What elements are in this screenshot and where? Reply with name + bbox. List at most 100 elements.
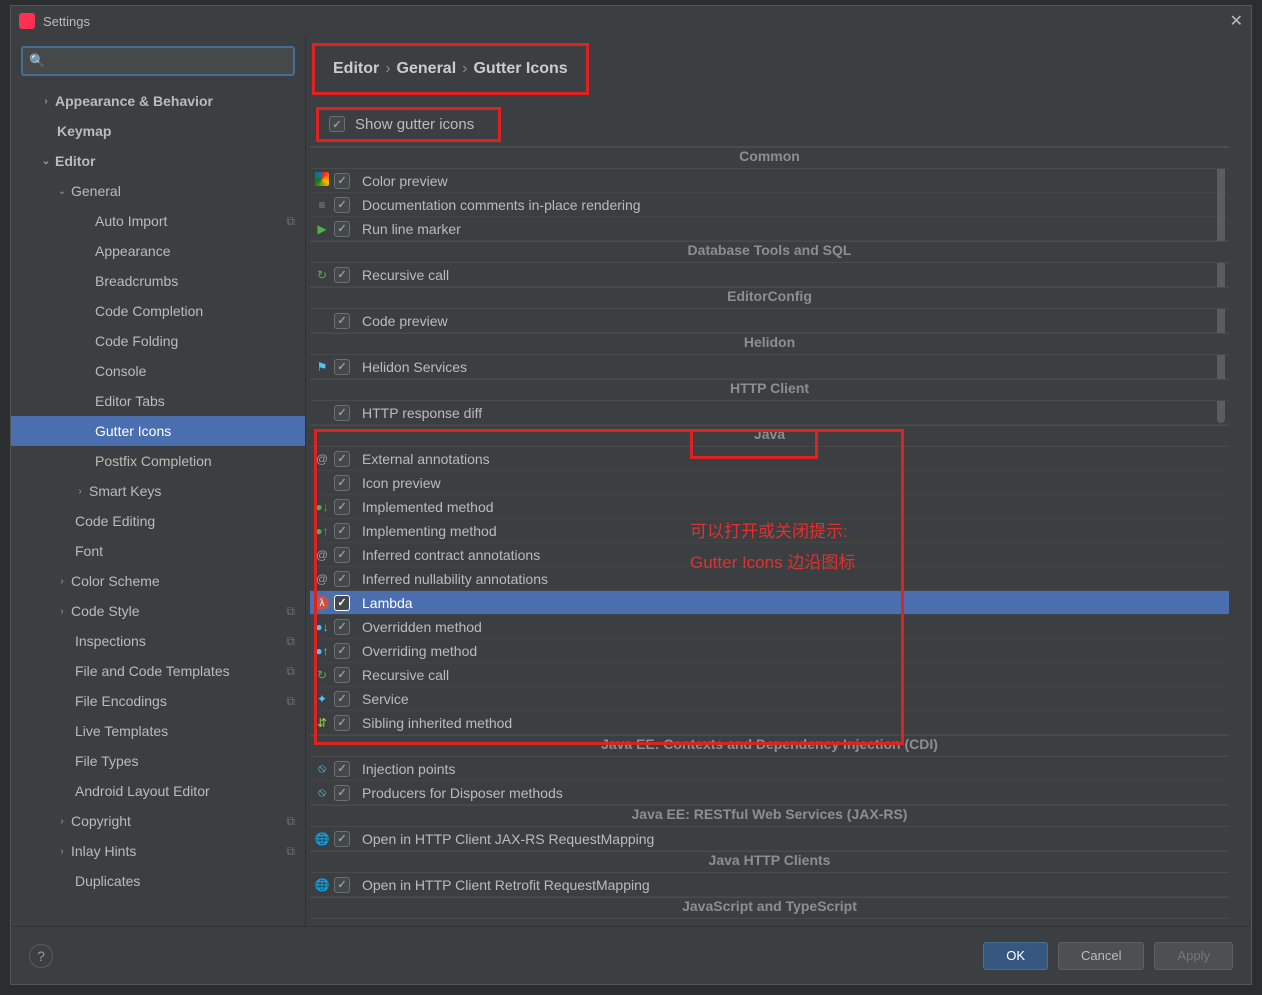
gutter-icon-row[interactable]: ↻Recursive call <box>310 263 1229 287</box>
row-label: Implementing method <box>362 523 497 539</box>
annotation-text: 可以打开或关闭提示: Gutter Icons 边沿图标 <box>690 517 855 578</box>
tree-item[interactable]: ›Inlay Hints⧉ <box>11 836 305 866</box>
gutter-icon-row[interactable]: 🌐Open in HTTP Client Retrofit RequestMap… <box>310 873 1229 897</box>
tree-item-label: Code Editing <box>75 513 155 529</box>
gutter-icon-row[interactable]: Code preview <box>310 309 1229 333</box>
cancel-button[interactable]: Cancel <box>1058 942 1144 970</box>
row-label: Implemented method <box>362 499 494 515</box>
tree-item[interactable]: Keymap <box>11 116 305 146</box>
settings-tree[interactable]: ›Appearance & BehaviorKeymap⌄Editor⌄Gene… <box>11 82 305 926</box>
tree-item-label: Code Folding <box>95 333 178 349</box>
row-label: Sibling inherited method <box>362 715 512 731</box>
row-label: Color preview <box>362 173 448 189</box>
show-gutter-checkbox[interactable] <box>329 116 345 132</box>
gutter-icon-row[interactable]: ●↓Overridden method <box>310 615 1229 639</box>
row-checkbox[interactable] <box>334 267 350 283</box>
tree-item[interactable]: Console <box>11 356 305 386</box>
tree-item[interactable]: Code Completion <box>11 296 305 326</box>
tree-item[interactable]: File Types <box>11 746 305 776</box>
row-checkbox[interactable] <box>334 571 350 587</box>
row-checkbox[interactable] <box>334 221 350 237</box>
row-checkbox[interactable] <box>334 313 350 329</box>
row-checkbox[interactable] <box>334 785 350 801</box>
tree-item[interactable]: Editor Tabs <box>11 386 305 416</box>
gutter-icon-row[interactable]: ⦸Producers for Disposer methods <box>310 781 1229 805</box>
section-header: Database Tools and SQL <box>310 241 1229 263</box>
row-checkbox[interactable] <box>334 691 350 707</box>
gutter-icon-row[interactable]: ✦Service <box>310 687 1229 711</box>
gutter-icon-row[interactable]: ↻Recursive call <box>310 663 1229 687</box>
tree-item[interactable]: ›Code Style⧉ <box>11 596 305 626</box>
tree-item[interactable]: ⌄Editor <box>11 146 305 176</box>
gutter-icon-row[interactable]: Icon preview <box>310 471 1229 495</box>
row-checkbox[interactable] <box>334 197 350 213</box>
gutter-icon-row[interactable]: ●↓ Implemented method <box>310 495 1229 519</box>
row-checkbox[interactable] <box>334 619 350 635</box>
tree-item[interactable]: Duplicates <box>11 866 305 896</box>
row-checkbox[interactable] <box>334 547 350 563</box>
ok-button[interactable]: OK <box>983 942 1048 970</box>
gutter-icon-row[interactable]: HTTP response diff <box>310 401 1229 425</box>
settings-window: Settings ✕ 🔍 ›Appearance & BehaviorKeyma… <box>10 5 1252 985</box>
tree-item-label: Postfix Completion <box>95 453 212 469</box>
main-panel: Editor›General›Gutter Icons Show gutter … <box>306 36 1251 926</box>
tree-item[interactable]: Live Templates <box>11 716 305 746</box>
tree-item[interactable]: ›Color Scheme <box>11 566 305 596</box>
gutter-icon-row[interactable]: ⦸Injection points <box>310 757 1229 781</box>
tree-item[interactable]: ›Copyright⧉ <box>11 806 305 836</box>
row-checkbox[interactable] <box>334 451 350 467</box>
row-checkbox[interactable] <box>334 761 350 777</box>
footer: ? OK Cancel Apply <box>11 926 1251 984</box>
gutter-icon-row[interactable]: ●↑Overriding method <box>310 639 1229 663</box>
tree-item[interactable]: Breadcrumbs <box>11 266 305 296</box>
tree-item[interactable]: ›Smart Keys <box>11 476 305 506</box>
gutter-icon-row[interactable]: Color preview <box>310 169 1229 193</box>
tree-item[interactable]: Appearance <box>11 236 305 266</box>
row-icon: ●↓ <box>310 500 334 514</box>
search-box[interactable]: 🔍 <box>21 46 295 76</box>
row-checkbox[interactable] <box>334 173 350 189</box>
tree-item[interactable]: Code Folding <box>11 326 305 356</box>
gutter-icon-row[interactable]: λLambda <box>310 591 1229 615</box>
row-checkbox[interactable] <box>334 523 350 539</box>
row-label: Code preview <box>362 313 448 329</box>
tree-item[interactable]: Font <box>11 536 305 566</box>
row-checkbox[interactable] <box>334 715 350 731</box>
row-label: Injection points <box>362 761 455 777</box>
row-checkbox[interactable] <box>334 595 350 611</box>
row-checkbox[interactable] <box>334 499 350 515</box>
gutter-icon-row[interactable]: ≡Documentation comments in-place renderi… <box>310 193 1229 217</box>
section-header: EditorConfig <box>310 287 1229 309</box>
search-input[interactable] <box>49 54 287 69</box>
gutter-icon-row[interactable]: 🌐Open in HTTP Client JAX-RS RequestMappi… <box>310 827 1229 851</box>
row-icon: ●↑ <box>310 644 334 658</box>
row-checkbox[interactable] <box>334 831 350 847</box>
tree-item[interactable]: ›Appearance & Behavior <box>11 86 305 116</box>
tree-item[interactable]: Code Editing <box>11 506 305 536</box>
tree-item[interactable]: Gutter Icons <box>11 416 305 446</box>
gutter-icon-row[interactable]: ⚑Helidon Services <box>310 355 1229 379</box>
row-label: Inferred contract annotations <box>362 547 540 563</box>
gutter-icon-row[interactable]: ▶Run line marker <box>310 217 1229 241</box>
tree-item[interactable]: Inspections⧉ <box>11 626 305 656</box>
scheme-icon: ⧉ <box>286 214 295 229</box>
apply-button[interactable]: Apply <box>1154 942 1233 970</box>
show-gutter-label: Show gutter icons <box>355 116 474 133</box>
gutter-icon-row[interactable]: @External annotations <box>310 447 1229 471</box>
tree-item[interactable]: File Encodings⧉ <box>11 686 305 716</box>
tree-item[interactable]: ⌄General <box>11 176 305 206</box>
row-checkbox[interactable] <box>334 643 350 659</box>
row-label: Overridden method <box>362 619 482 635</box>
row-checkbox[interactable] <box>334 359 350 375</box>
tree-item[interactable]: File and Code Templates⧉ <box>11 656 305 686</box>
help-icon[interactable]: ? <box>29 944 53 968</box>
row-checkbox[interactable] <box>334 877 350 893</box>
tree-item[interactable]: Android Layout Editor <box>11 776 305 806</box>
close-icon[interactable]: ✕ <box>1230 11 1243 31</box>
tree-item[interactable]: Auto Import⧉ <box>11 206 305 236</box>
gutter-icon-row[interactable]: ⇵Sibling inherited method <box>310 711 1229 735</box>
row-checkbox[interactable] <box>334 475 350 491</box>
row-checkbox[interactable] <box>334 405 350 421</box>
row-checkbox[interactable] <box>334 667 350 683</box>
tree-item[interactable]: Postfix Completion <box>11 446 305 476</box>
